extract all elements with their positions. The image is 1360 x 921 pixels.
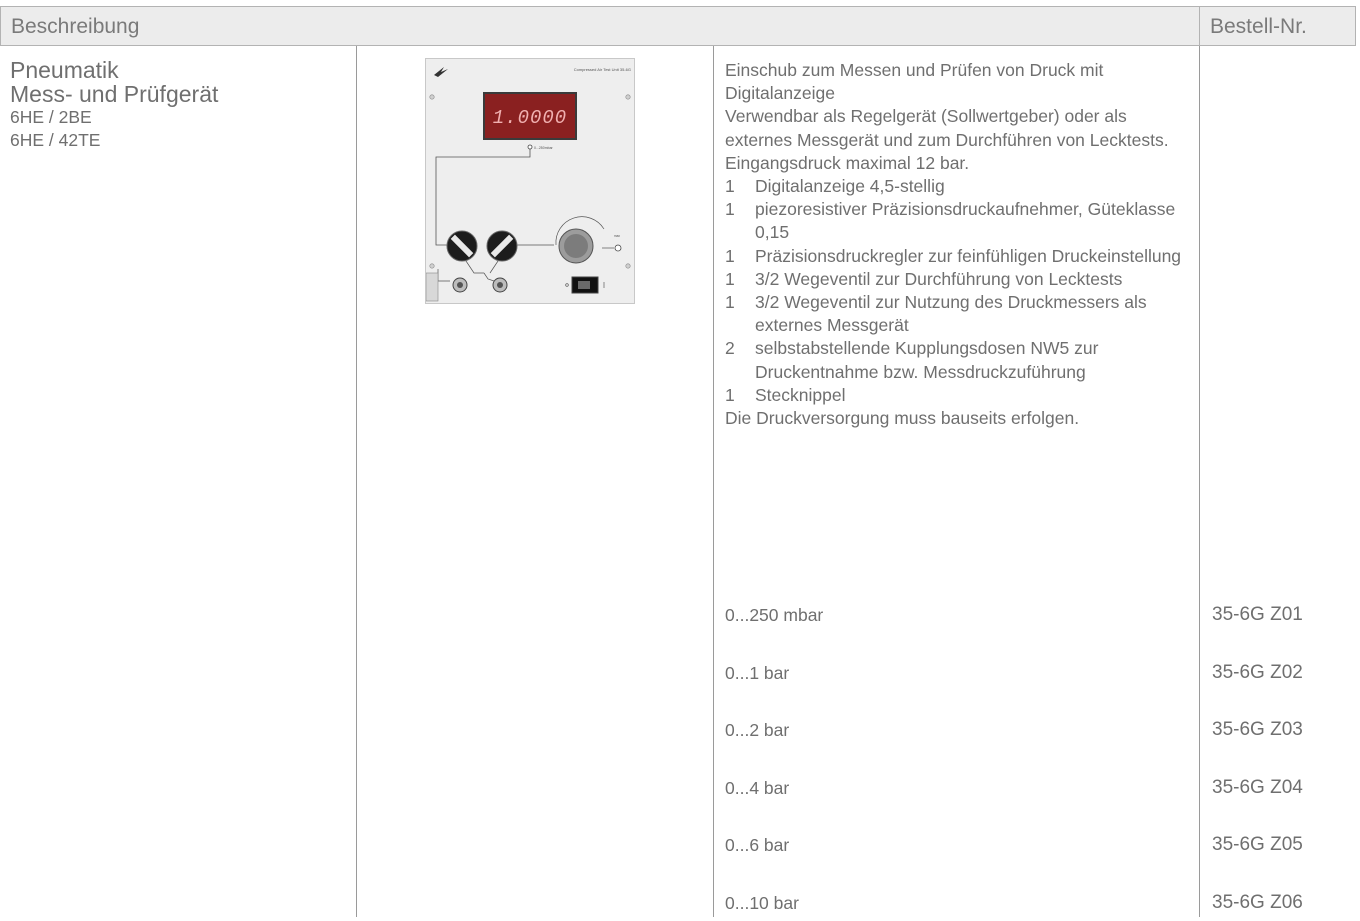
list-item: 1 piezoresistiver Präzisionsdruckaufnehme…	[725, 198, 1195, 244]
pressure-range: 0...1 bar	[725, 663, 790, 683]
product-category: Pneumatik	[10, 57, 119, 83]
component-list: 1 Digitalanzeige 4,5-stellig 1 piezoresist…	[725, 175, 1195, 407]
column-divider-1	[356, 46, 357, 917]
table-row: 0...4 bar 35-6G Z04	[725, 777, 1345, 806]
list-item: 1 3/2 Wegeventil zur Nutzung des Druckmes…	[725, 291, 1195, 337]
pressure-range: 0...6 bar	[725, 835, 790, 855]
device-panel-drawing: Compressed Air Test Unit 35-6G 1.0000 0.…	[426, 67, 631, 302]
item-quantity: 1	[725, 292, 735, 313]
item-text: Präzisionsdruckregler zur feinfühligen D…	[755, 245, 1182, 266]
item-text: 3/2 Wegeventil zur Nutzung des Druckmess…	[755, 292, 1147, 336]
order-number: 35-6G Z01	[1212, 604, 1303, 625]
description-usage: Verwendbar als Regelgerät (Sollwertgeber…	[725, 106, 1169, 173]
product-name: Mess- und Prüfgerät	[10, 81, 219, 107]
pressure-range: 0...10 bar	[725, 893, 799, 913]
product-spec-2: 6HE / 42TE	[10, 130, 101, 150]
table-header: Beschreibung Bestell-Nr.	[0, 6, 1356, 46]
table-row: 0...2 bar 35-6G Z03	[725, 719, 1345, 748]
screw-icon	[429, 94, 435, 100]
order-number: 35-6G Z05	[1212, 834, 1303, 855]
order-number: 35-6G Z03	[1212, 719, 1303, 740]
screw-icon	[625, 263, 631, 269]
table-row: 0...1 bar 35-6G Z02	[725, 662, 1345, 691]
item-quantity: 1	[725, 176, 735, 197]
pressure-range: 0...250 mbar	[725, 605, 824, 625]
panel-label: Compressed Air Test Unit 35-6G	[574, 67, 631, 72]
display-value: 1.0000	[493, 107, 567, 129]
item-text: Stecknippel	[755, 384, 846, 405]
screw-icon	[429, 263, 435, 269]
item-text: 3/2 Wegeventil zur Durchführung von Leck…	[755, 268, 1123, 289]
pressure-range: 0...4 bar	[725, 778, 790, 798]
list-item: 2 selbstabstellende Kupplungsdosen NW5 zu…	[725, 337, 1195, 383]
item-text: selbstabstellende Kupplungsdosen NW5 zur…	[755, 338, 1099, 382]
header-order-number: Bestell-Nr.	[1210, 15, 1307, 38]
order-number: 35-6G Z02	[1212, 662, 1303, 683]
product-description: Einschub zum Messen und Prüfen von Druck…	[725, 59, 1195, 430]
item-quantity: 1	[725, 199, 735, 220]
item-text: piezoresistiver Präzisionsdruckaufnehmer…	[755, 199, 1176, 243]
device-front-panel-image: Compressed Air Test Unit 35-6G 1.0000 0.…	[425, 58, 635, 304]
description-note: Die Druckversorgung muss bauseits erfolg…	[725, 408, 1080, 429]
item-quantity: 1	[725, 384, 735, 405]
screw-icon	[625, 94, 631, 100]
order-number: 35-6G Z06	[1212, 892, 1303, 913]
pressure-range: 0...2 bar	[725, 720, 790, 740]
header-divider	[1199, 7, 1200, 45]
product-spec-1: 6HE / 2BE	[10, 107, 92, 127]
item-quantity: 1	[725, 245, 735, 266]
header-description: Beschreibung	[11, 15, 140, 38]
order-number: 35-6G Z04	[1212, 777, 1303, 798]
range-label: 0...250mbar	[534, 146, 554, 150]
table-row: 0...250 mbar 35-6G Z01	[725, 604, 1345, 633]
item-quantity: 2	[725, 338, 735, 359]
column-divider-2	[713, 46, 714, 917]
item-quantity: 1	[725, 268, 735, 289]
svg-text:max: max	[614, 234, 620, 238]
list-item: 1 Stecknippel	[725, 384, 1195, 407]
logo-icon	[434, 67, 448, 77]
table-row: 0...6 bar 35-6G Z05	[725, 834, 1345, 863]
description-intro: Einschub zum Messen und Prüfen von Druck…	[725, 60, 1104, 104]
product-title-block: Pneumatik Mess- und Prüfgerät 6HE / 2BE …	[10, 58, 218, 152]
list-item: 1 Präzisionsdruckregler zur feinfühligen …	[725, 245, 1195, 268]
list-item: 1 Digitalanzeige 4,5-stellig	[725, 175, 1195, 198]
list-item: 1 3/2 Wegeventil zur Durchführung von Lec…	[725, 268, 1195, 291]
item-text: Digitalanzeige 4,5-stellig	[755, 176, 945, 197]
